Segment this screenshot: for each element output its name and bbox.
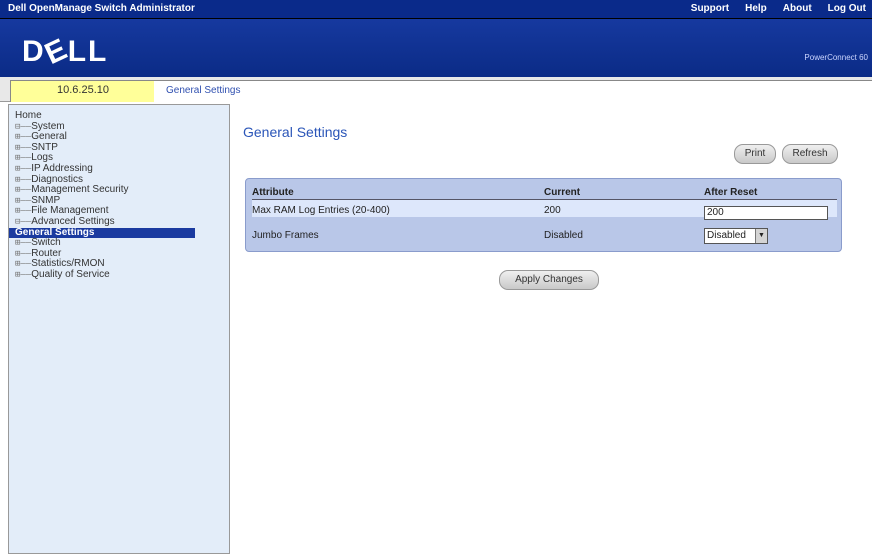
breadcrumb-item[interactable]: General Settings: [166, 85, 241, 96]
tree-item-label: Router: [31, 247, 62, 259]
tree-branch-icon: ⊞——: [15, 163, 32, 174]
tree-item-label: Advanced Settings: [31, 215, 115, 227]
tree-branch-icon: ⊞——: [15, 206, 32, 217]
max-ram-log-entries-input[interactable]: 200: [704, 206, 828, 220]
row-attribute: Jumbo Frames: [252, 230, 319, 241]
top-bar: Dell OpenManage Switch Administrator Sup…: [0, 0, 872, 19]
device-ip: 10.6.25.10: [10, 80, 156, 102]
chevron-down-icon[interactable]: ▼: [755, 229, 767, 243]
row-attribute: Max RAM Log Entries (20-400): [252, 205, 390, 216]
tree-branch-icon: ⊞——: [15, 195, 32, 206]
tree-item-label: File Management: [31, 205, 109, 217]
main-content: General Settings Print Refresh Attribute…: [231, 104, 872, 552]
breadcrumb: General Settings: [154, 80, 872, 102]
settings-table: Attribute Current After Reset Max RAM Lo…: [245, 178, 842, 252]
tree-branch-icon: ⊞——: [15, 132, 32, 143]
header-current: Current: [544, 187, 581, 198]
about-link[interactable]: About: [783, 3, 812, 14]
refresh-button[interactable]: Refresh: [782, 144, 838, 164]
tree-branch-icon: ⊞——: [15, 248, 32, 259]
top-links: Support Help About Log Out: [691, 3, 866, 14]
tree-item-label: SNTP: [31, 141, 58, 153]
jumbo-frames-select[interactable]: Disabled ▼: [704, 228, 768, 244]
row-current: Disabled: [544, 230, 583, 241]
tree-branch-icon: ⊟——: [15, 121, 32, 132]
tree-item-label: Management Security: [31, 184, 129, 196]
tree-branch-icon: ⊞——: [15, 174, 32, 185]
tree-item-label: Quality of Service: [31, 268, 110, 280]
tree-item-label: General: [31, 131, 67, 143]
header-attribute: Attribute: [252, 187, 294, 198]
tree-item-label: Logs: [31, 152, 53, 164]
tree-item-label: IP Addressing: [31, 162, 93, 174]
tree-item-label: Diagnostics: [31, 173, 83, 185]
tree-item-label: SNMP: [31, 194, 61, 206]
tree-branch-icon: ⊞——: [15, 185, 32, 196]
dell-logo: DELL: [22, 31, 109, 72]
row-current: 200: [544, 205, 561, 216]
apply-changes-button[interactable]: Apply Changes: [499, 270, 599, 290]
tree-item-label: Switch: [31, 237, 61, 249]
tree-branch-icon: ⊞——: [15, 238, 32, 249]
tree-branch-icon: ⊞——: [15, 142, 32, 153]
tree-item-label: Home: [15, 110, 42, 121]
nav-tree: Home ⊟——System ⊞——General ⊞——SNTP ⊞——Logs…: [9, 105, 229, 281]
logout-link[interactable]: Log Out: [828, 3, 866, 14]
product-name: PowerConnect 60: [804, 53, 868, 62]
app-title: Dell OpenManage Switch Administrator: [8, 3, 195, 14]
print-button[interactable]: Print: [734, 144, 776, 164]
help-link[interactable]: Help: [745, 3, 767, 14]
tree-item-label: General Settings: [15, 226, 95, 238]
tree-item-label: Statistics/RMON: [31, 258, 105, 270]
jumbo-frames-value: Disabled: [707, 230, 746, 241]
tree-item-label: System: [31, 120, 65, 132]
banner: DELL PowerConnect 60: [0, 19, 872, 77]
nav-tree-panel: Home ⊟——System ⊞——General ⊞——SNTP ⊞——Logs…: [8, 104, 230, 554]
page-title: General Settings: [243, 124, 348, 140]
tree-item-quality-of-service[interactable]: ⊞——Quality of Service: [15, 268, 229, 281]
support-link[interactable]: Support: [691, 3, 729, 14]
tree-branch-icon: ⊞——: [15, 269, 32, 280]
tree-branch-icon: ⊞——: [15, 153, 32, 164]
header-after-reset: After Reset: [704, 187, 758, 198]
tree-branch-icon: ⊞——: [15, 259, 32, 270]
